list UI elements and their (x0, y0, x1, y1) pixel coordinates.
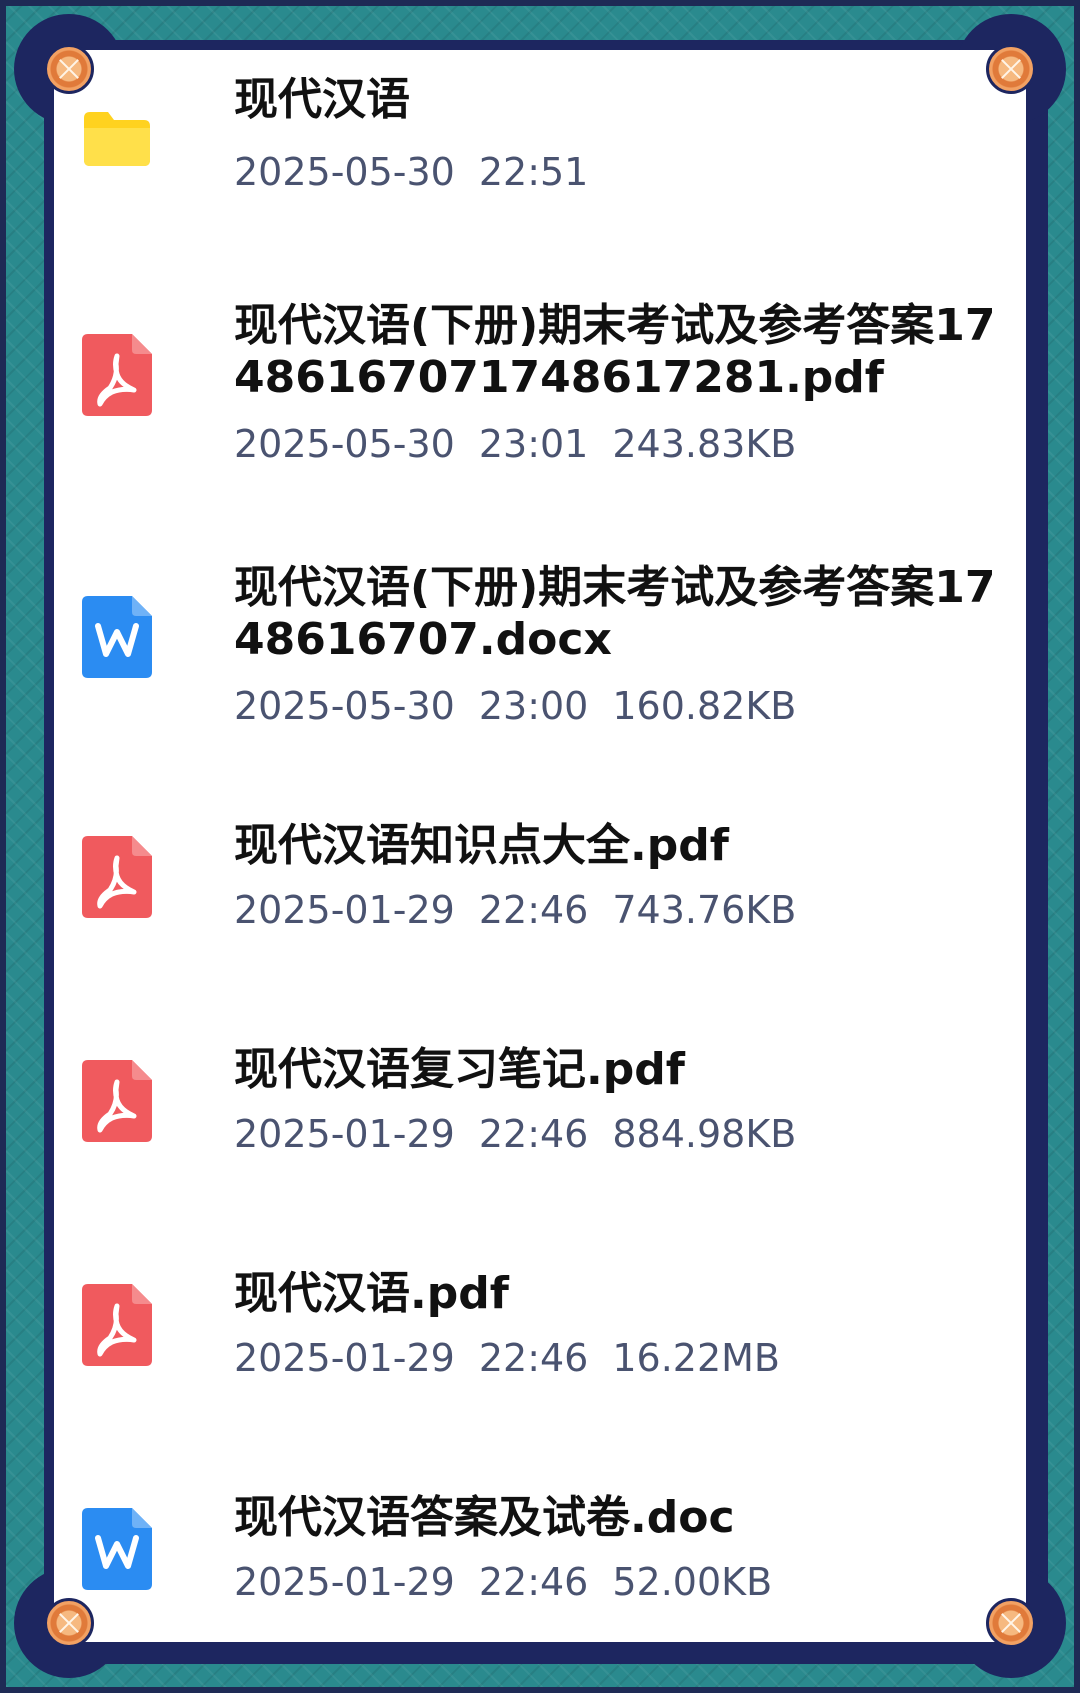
corner-ornament-icon (986, 1598, 1036, 1648)
file-meta: 2025-01-29 22:46 52.00KB (234, 1560, 796, 1604)
file-date: 2025-05-30 (234, 684, 455, 728)
pdf-icon (82, 1284, 152, 1366)
file-time: 22:46 (478, 1336, 589, 1380)
pdf-icon (82, 836, 152, 918)
file-name: 现代汉语答案及试卷.doc (234, 1492, 735, 1543)
file-meta: 2025-05-30 23:01 243.83KB (234, 422, 820, 466)
file-time: 22:46 (478, 1560, 589, 1604)
list-item[interactable]: 现代汉语复习笔记.pdf 2025-01-29 22:46 884.98KB (54, 1044, 1026, 1224)
pdf-icon (82, 1060, 152, 1142)
file-meta: 2025-01-29 22:46 743.76KB (234, 888, 820, 932)
file-name: 现代汉语 (234, 74, 410, 125)
file-name: 现代汉语(下册)期末考试及参考答案1748616707.docx (234, 562, 996, 665)
file-list-panel: 现代汉语 2025-05-30 22:51 现代汉语(下册)期末考试及参考答案17… (54, 50, 1026, 1642)
file-size: 160.82KB (612, 684, 797, 728)
file-date: 2025-01-29 (234, 1336, 455, 1380)
file-size: 52.00KB (612, 1560, 773, 1604)
folder-icon (82, 98, 152, 180)
word-icon (82, 596, 152, 678)
file-name: 现代汉语知识点大全.pdf (234, 820, 729, 871)
list-item[interactable]: 现代汉语知识点大全.pdf 2025-01-29 22:46 743.76KB (54, 820, 1026, 1000)
file-size: 16.22MB (612, 1336, 781, 1380)
word-icon (82, 1508, 152, 1590)
file-date: 2025-01-29 (234, 1112, 455, 1156)
file-meta: 2025-05-30 22:51 (234, 150, 636, 194)
file-meta: 2025-01-29 22:46 884.98KB (234, 1112, 820, 1156)
file-time: 22:51 (478, 150, 589, 194)
file-name: 现代汉语.pdf (234, 1268, 509, 1319)
file-size: 884.98KB (612, 1112, 797, 1156)
list-item[interactable]: 现代汉语答案及试卷.doc 2025-01-29 22:46 52.00KB (54, 1492, 1026, 1642)
file-size: 743.76KB (612, 888, 797, 932)
file-time: 22:46 (478, 1112, 589, 1156)
file-meta: 2025-01-29 22:46 16.22MB (234, 1336, 804, 1380)
file-time: 23:01 (478, 422, 589, 466)
list-item[interactable]: 现代汉语.pdf 2025-01-29 22:46 16.22MB (54, 1268, 1026, 1448)
corner-ornament-icon (44, 44, 94, 94)
list-item[interactable]: 现代汉语(下册)期末考试及参考答案1748616707.docx 2025-05… (54, 542, 1026, 772)
file-size: 243.83KB (612, 422, 797, 466)
list-item[interactable]: 现代汉语(下册)期末考试及参考答案17486167071748617281.pd… (54, 280, 1026, 510)
file-date: 2025-05-30 (234, 150, 455, 194)
corner-ornament-icon (986, 44, 1036, 94)
file-meta: 2025-05-30 23:00 160.82KB (234, 684, 820, 728)
file-date: 2025-01-29 (234, 888, 455, 932)
file-time: 23:00 (478, 684, 589, 728)
file-date: 2025-01-29 (234, 1560, 455, 1604)
file-date: 2025-05-30 (234, 422, 455, 466)
file-name: 现代汉语(下册)期末考试及参考答案17486167071748617281.pd… (234, 300, 996, 403)
file-time: 22:46 (478, 888, 589, 932)
corner-ornament-icon (44, 1598, 94, 1648)
pdf-icon (82, 334, 152, 416)
file-name: 现代汉语复习笔记.pdf (234, 1044, 685, 1095)
list-item[interactable]: 现代汉语 2025-05-30 22:51 (54, 50, 1026, 250)
